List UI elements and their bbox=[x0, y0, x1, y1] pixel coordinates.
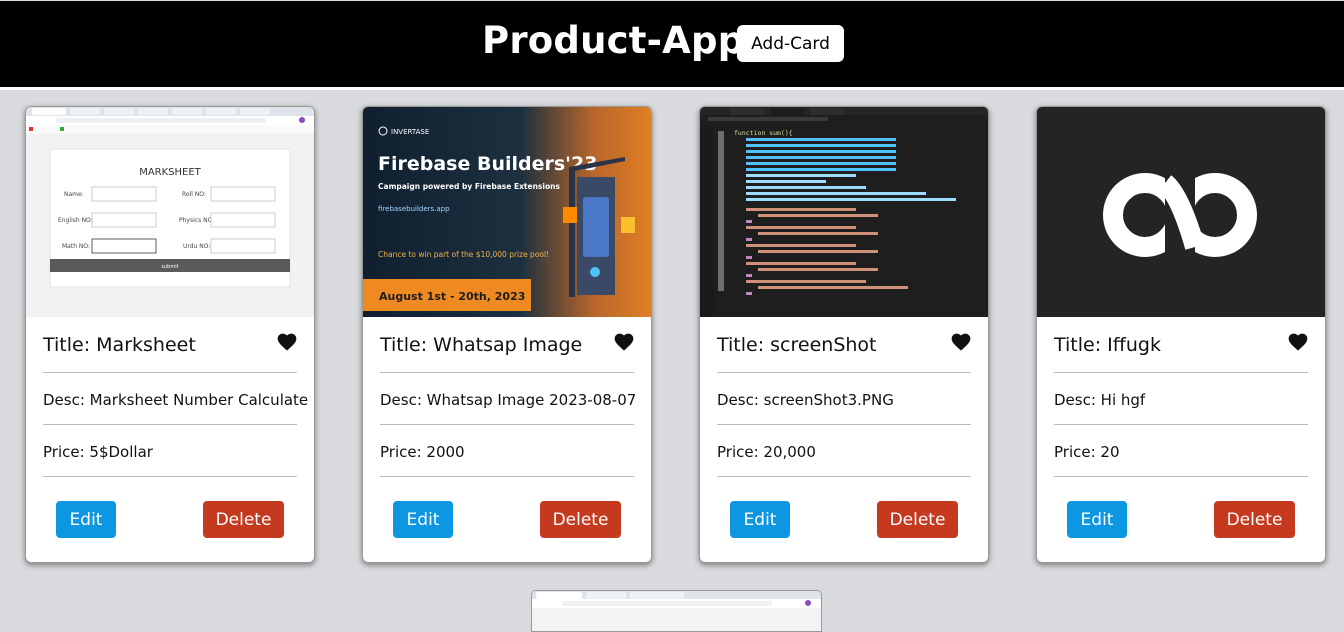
divider bbox=[1054, 424, 1308, 425]
card-description: Desc: screenShot3.PNG bbox=[717, 391, 894, 409]
card-title: Title: Marksheet bbox=[43, 334, 196, 356]
banner-dates: August 1st - 20th, 2023 bbox=[379, 290, 525, 303]
edit-button[interactable]: Edit bbox=[393, 501, 453, 538]
card-price: Price: 2000 bbox=[380, 443, 465, 461]
delete-button[interactable]: Delete bbox=[877, 501, 958, 538]
product-card: Title: Iffugk Desc: Hi hgf Price: 20 Edi… bbox=[1036, 106, 1326, 563]
divider bbox=[717, 476, 971, 477]
product-image: MARKSHEET Name: Roll NO: English NO: Phy… bbox=[26, 107, 314, 317]
add-card-button[interactable]: Add-Card bbox=[737, 25, 844, 62]
divider bbox=[43, 372, 297, 373]
heart-icon[interactable] bbox=[613, 331, 635, 353]
product-image bbox=[1037, 107, 1325, 317]
header-separator bbox=[0, 87, 1344, 90]
delete-button[interactable]: Delete bbox=[1214, 501, 1295, 538]
divider bbox=[380, 476, 634, 477]
product-image: INVERTASE Firebase Builders'23 Campaign … bbox=[363, 107, 651, 317]
divider bbox=[1054, 476, 1308, 477]
card-price: Price: 20 bbox=[1054, 443, 1120, 461]
product-card: function sum(){Title: screenShot Desc: … bbox=[699, 106, 989, 563]
edit-button[interactable]: Edit bbox=[1067, 501, 1127, 538]
product-card-partial bbox=[531, 590, 822, 632]
card-price: Price: 20,000 bbox=[717, 443, 816, 461]
card-title: Title: Iffugk bbox=[1054, 334, 1161, 356]
delete-button[interactable]: Delete bbox=[203, 501, 284, 538]
code-function-line: function sum(){ bbox=[734, 129, 793, 137]
app-header: Product-App Add-Card bbox=[0, 1, 1344, 87]
brand-name: INVERTASE bbox=[391, 128, 429, 136]
product-image: function sum(){ bbox=[700, 107, 988, 317]
divider bbox=[1054, 372, 1308, 373]
divider bbox=[380, 372, 634, 373]
heart-icon[interactable] bbox=[276, 331, 298, 353]
heart-icon[interactable] bbox=[1287, 331, 1309, 353]
edit-button[interactable]: Edit bbox=[56, 501, 116, 538]
field-label: Physics NO: bbox=[179, 217, 214, 224]
delete-button[interactable]: Delete bbox=[540, 501, 621, 538]
product-card: MARKSHEET Name: Roll NO: English NO: Phy… bbox=[25, 106, 315, 563]
field-label: English NO: bbox=[58, 217, 93, 224]
card-description: Desc: Marksheet Number Calculate bbox=[43, 391, 309, 409]
submit-label: submit bbox=[161, 264, 178, 270]
heart-icon[interactable] bbox=[950, 331, 972, 353]
field-label: Math NO: bbox=[62, 243, 90, 250]
banner-headline: Firebase Builders'23 bbox=[378, 153, 597, 175]
logo-image bbox=[1037, 107, 1325, 317]
field-label: Urdu NO: bbox=[183, 243, 210, 250]
divider bbox=[717, 424, 971, 425]
card-description: Desc: Hi hgf bbox=[1054, 391, 1146, 409]
card-title: Title: screenShot bbox=[717, 334, 877, 356]
banner-link: firebasebuilders.app bbox=[378, 205, 450, 213]
divider bbox=[380, 424, 634, 425]
banner-chance: Chance to win part of the $10,000 prize … bbox=[378, 250, 549, 259]
card-title: Title: Whatsap Image bbox=[380, 334, 583, 356]
product-card: INVERTASE Firebase Builders'23 Campaign … bbox=[362, 106, 652, 563]
divider bbox=[717, 372, 971, 373]
field-label: Roll NO: bbox=[182, 191, 206, 198]
app-title: Product-App bbox=[482, 19, 745, 62]
edit-button[interactable]: Edit bbox=[730, 501, 790, 538]
divider bbox=[43, 424, 297, 425]
marksheet-heading: MARKSHEET bbox=[139, 167, 201, 178]
divider bbox=[43, 476, 297, 477]
field-label: Name: bbox=[64, 191, 84, 198]
card-description: Desc: Whatsap Image 2023-08-07 bbox=[380, 391, 637, 409]
banner-sub: Campaign powered by Firebase Extensions bbox=[378, 182, 560, 191]
card-price: Price: 5$Dollar bbox=[43, 443, 153, 461]
